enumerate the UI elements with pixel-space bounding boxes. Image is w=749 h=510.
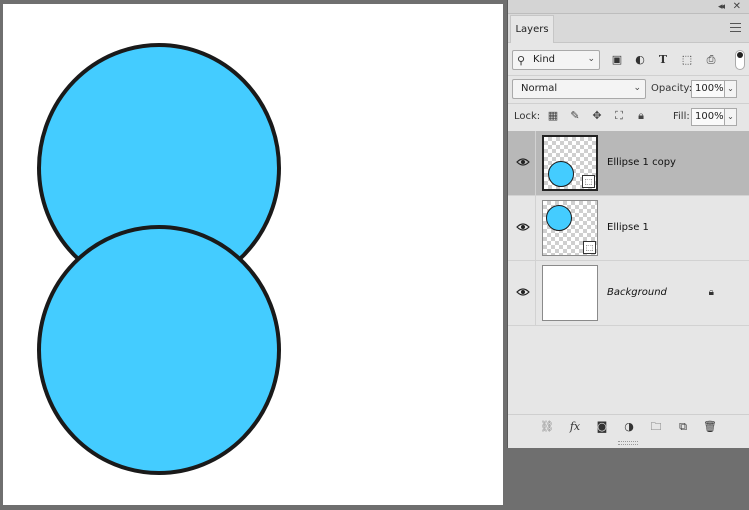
image-filter-icon[interactable]: ▣: [610, 53, 624, 67]
chevron-down-icon: ⌄: [633, 83, 641, 93]
lock-all-icon[interactable]: 🔒︎: [634, 109, 648, 123]
filter-toggle[interactable]: [735, 50, 745, 70]
layer-thumbnail: [542, 265, 598, 321]
layer-row-ellipse-1-copy[interactable]: ⬚ Ellipse 1 copy: [508, 131, 749, 196]
kind-filter-select[interactable]: ⚲ Kind ⌄: [512, 50, 600, 70]
layers-panel: ◂◂ ✕ Layers ⚲ Kind ⌄ ▣ ◐ T ⬚ ⎙ Normal ⌄ …: [507, 0, 749, 448]
fx-icon[interactable]: fx: [567, 419, 583, 435]
search-icon: ⚲: [517, 54, 526, 67]
new-group-icon[interactable]: 🗀︎: [648, 419, 664, 435]
visibility-eye-icon[interactable]: [516, 222, 530, 232]
panel-tabbar: Layers: [508, 14, 749, 43]
layer-name[interactable]: Ellipse 1: [607, 222, 649, 233]
fill-dropdown-icon[interactable]: ⌄: [725, 108, 737, 126]
layer-name[interactable]: Ellipse 1 copy: [607, 157, 676, 168]
shape-filter-icon[interactable]: ⬚: [680, 53, 694, 67]
layer-lock-icon[interactable]: 🔒︎: [709, 287, 714, 298]
opacity-dropdown-icon[interactable]: ⌄: [725, 80, 737, 98]
canvas-artwork: [37, 43, 281, 475]
fill-input[interactable]: 100%: [691, 108, 725, 126]
lock-artboard-icon[interactable]: ⛶: [612, 109, 626, 123]
type-filter-icon[interactable]: T: [656, 53, 670, 67]
layers-list: ⬚ Ellipse 1 copy ⬚ Ellipse 1 Background …: [508, 131, 749, 326]
filter-row: ⚲ Kind ⌄ ▣ ◐ T ⬚ ⎙: [508, 47, 749, 73]
lock-position-icon[interactable]: ✥: [590, 109, 604, 123]
opacity-label: Opacity:: [651, 83, 693, 94]
layer-row-ellipse-1[interactable]: ⬚ Ellipse 1: [508, 196, 749, 261]
shape-layer-badge-icon: ⬚: [582, 175, 595, 188]
visibility-eye-icon[interactable]: [516, 157, 530, 167]
add-mask-icon[interactable]: ◙: [594, 419, 610, 435]
layer-name[interactable]: Background: [607, 287, 667, 298]
layer-row-background[interactable]: Background 🔒︎: [508, 261, 749, 326]
blend-mode-select[interactable]: Normal ⌄: [512, 79, 646, 99]
trash-icon[interactable]: 🗑︎: [702, 419, 718, 435]
adjustment-filter-icon[interactable]: ◐: [633, 53, 647, 67]
lock-row: Lock: ▦ ✎ ✥ ⛶ 🔒︎ Fill: 100% ⌄: [508, 103, 749, 129]
panel-bottom-bar: ⛓ fx ◙ ◑ 🗀︎ ⧉ 🗑︎: [508, 414, 749, 438]
kind-filter-label: Kind: [533, 54, 556, 65]
link-layers-icon[interactable]: ⛓: [539, 419, 555, 435]
ellipse-1-copy-shape[interactable]: [37, 225, 281, 475]
fill-label: Fill:: [673, 111, 690, 122]
resize-grip-icon[interactable]: [618, 441, 638, 445]
collapse-panel-icon[interactable]: ◂◂: [718, 0, 725, 14]
panel-titlebar: ◂◂ ✕: [508, 0, 749, 14]
ellipse-thumbnail-icon: [546, 205, 572, 231]
shape-layer-badge-icon: ⬚: [583, 241, 596, 254]
lock-transparent-pixels-icon[interactable]: ▦: [546, 109, 560, 123]
panel-menu-icon[interactable]: [730, 23, 741, 32]
blend-row: Normal ⌄ Opacity: 100% ⌄: [508, 75, 749, 101]
blend-mode-value: Normal: [521, 83, 558, 94]
smart-object-filter-icon[interactable]: ⎙: [704, 53, 718, 67]
lock-image-pixels-icon[interactable]: ✎: [568, 109, 582, 123]
visibility-eye-icon[interactable]: [516, 287, 530, 297]
ellipse-thumbnail-icon: [548, 161, 574, 187]
chevron-down-icon: ⌄: [587, 54, 595, 64]
layer-thumbnail: ⬚: [542, 200, 598, 256]
document-canvas[interactable]: [3, 4, 503, 505]
opacity-input[interactable]: 100%: [691, 80, 725, 98]
close-panel-icon[interactable]: ✕: [733, 0, 741, 14]
lock-label: Lock:: [514, 111, 541, 122]
new-layer-icon[interactable]: ⧉: [675, 419, 691, 435]
adjustment-layer-icon[interactable]: ◑: [621, 419, 637, 435]
layer-thumbnail: ⬚: [542, 135, 598, 191]
tab-layers[interactable]: Layers: [510, 15, 554, 43]
